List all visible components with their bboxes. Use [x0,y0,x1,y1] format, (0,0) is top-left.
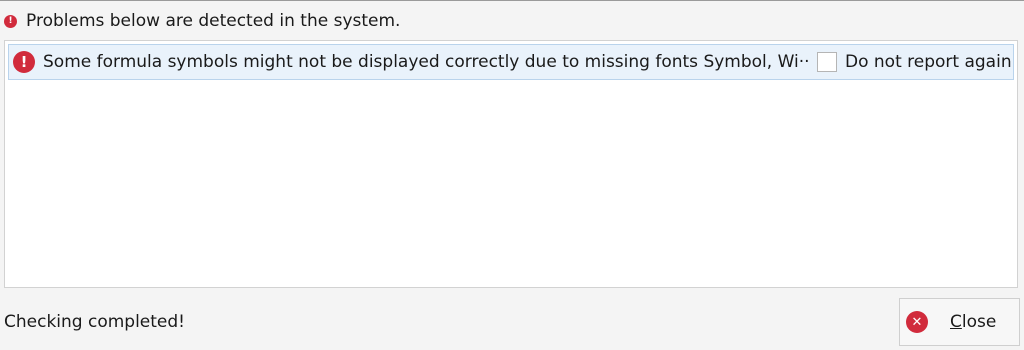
problem-list[interactable]: ! Some formula symbols might not be disp… [4,40,1018,288]
close-button-label: Close [950,312,996,332]
dialog-header: ! Problems below are detected in the sys… [4,10,400,32]
error-icon: ! [13,51,35,73]
problem-message: Some formula symbols might not be displa… [43,52,811,72]
status-text: Checking completed! [4,312,185,332]
close-button[interactable]: ✕ Close [899,298,1020,346]
error-icon: ! [4,14,17,28]
do-not-report-checkbox[interactable] [817,52,837,72]
header-text: Problems below are detected in the syste… [26,11,401,31]
do-not-report-label[interactable]: Do not report again [845,52,1012,72]
close-mnemonic: C [950,312,962,332]
list-item[interactable]: ! Some formula symbols might not be disp… [8,44,1014,80]
close-icon: ✕ [906,311,928,333]
close-label-rest: lose [961,312,997,332]
problem-check-dialog: ! Problems below are detected in the sys… [0,0,1024,350]
